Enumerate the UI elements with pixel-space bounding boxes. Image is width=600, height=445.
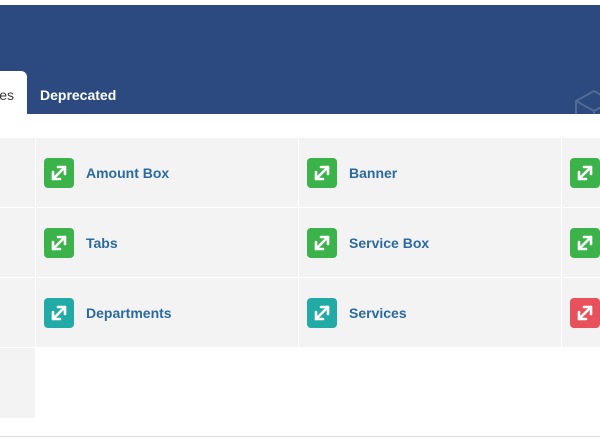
module-label: Service Box bbox=[349, 234, 430, 251]
cube-decoration-icon bbox=[575, 89, 600, 114]
header-bar: Modules Deprecated bbox=[0, 5, 600, 114]
module-arrows-icon bbox=[44, 227, 74, 258]
tab-deprecated[interactable]: Deprecated bbox=[40, 71, 116, 114]
module-tile-departments[interactable]: Departments bbox=[36, 278, 298, 347]
module-tile-partial[interactable] bbox=[562, 138, 600, 207]
tab-deprecated-label: Deprecated bbox=[40, 87, 117, 103]
module-arrows-icon bbox=[44, 297, 74, 328]
page: Modules Deprecated Amount Box Banner Tab… bbox=[0, 0, 600, 445]
module-grid: Amount Box Banner Tabs Service Box Depar… bbox=[0, 138, 600, 418]
module-tile-banner[interactable]: Banner bbox=[299, 138, 561, 207]
tab-modules[interactable]: Modules bbox=[0, 71, 27, 114]
module-tile-tabs[interactable]: Tabs bbox=[36, 208, 298, 277]
module-arrows-icon bbox=[570, 297, 600, 328]
bottom-divider bbox=[0, 436, 600, 437]
module-tile-partial[interactable] bbox=[0, 208, 35, 277]
module-label: Departments bbox=[86, 304, 172, 321]
tab-modules-label: Modules bbox=[0, 87, 14, 103]
module-label: Tabs bbox=[86, 234, 118, 251]
module-tile-amount-box[interactable]: Amount Box bbox=[36, 138, 298, 207]
module-tile-partial[interactable] bbox=[562, 278, 600, 347]
module-tile-partial[interactable] bbox=[0, 278, 35, 347]
module-tile-partial[interactable] bbox=[562, 208, 600, 277]
module-label: Amount Box bbox=[86, 164, 170, 181]
module-tile-service-box[interactable]: Service Box bbox=[299, 208, 561, 277]
module-label: Services bbox=[349, 304, 407, 321]
module-tile-services[interactable]: Services bbox=[299, 278, 561, 347]
module-arrows-icon bbox=[44, 157, 74, 188]
module-arrows-icon bbox=[570, 157, 600, 188]
module-tile-partial[interactable] bbox=[0, 138, 35, 207]
module-arrows-icon bbox=[307, 157, 337, 188]
module-tile-partial[interactable] bbox=[0, 348, 35, 418]
module-arrows-icon bbox=[307, 227, 337, 258]
module-arrows-icon bbox=[570, 227, 600, 258]
module-arrows-icon bbox=[307, 297, 337, 328]
module-label: Banner bbox=[349, 164, 398, 181]
